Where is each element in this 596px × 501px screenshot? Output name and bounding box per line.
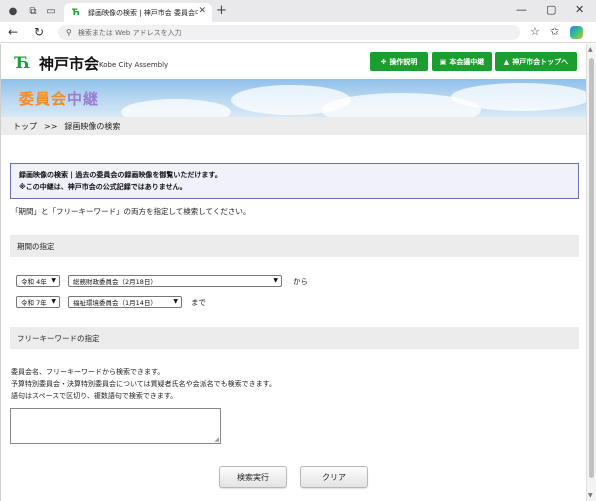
- keyword-textarea[interactable]: ◢: [10, 408, 221, 444]
- tab-title: 録画映像の検索 | 神戸市会 委員会中継: [88, 8, 198, 17]
- maximize-icon[interactable]: ▢: [546, 3, 556, 16]
- chevron-down-icon: ▼: [173, 298, 178, 305]
- kobe-city-logo-icon[interactable]: Ћ: [15, 53, 30, 72]
- keyword-desc-line: 委員会名、フリーキーワードから検索できます。: [11, 368, 165, 376]
- browser-address-bar: ← ↻ ⚲ 検索または Web アドレスを入力 ☆ ✩: [0, 22, 596, 43]
- refresh-icon[interactable]: ↻: [34, 25, 44, 39]
- close-window-icon[interactable]: ✕: [575, 3, 584, 16]
- operation-guide-button[interactable]: ✚ 操作説明: [370, 52, 428, 71]
- from-meeting-select[interactable]: 総務財政委員会（2月18日） ▼: [68, 275, 282, 287]
- scroll-up-icon[interactable]: ▲: [588, 46, 593, 53]
- profile-icon[interactable]: ●: [6, 4, 20, 18]
- search-execute-label: 検索実行: [237, 472, 269, 482]
- chevron-down-icon: ▼: [51, 298, 56, 305]
- assembly-top-button[interactable]: ▲ 神戸市会トップへ: [495, 52, 577, 71]
- search-instruction: 「期間」と「フリーキーワード」の両方を指定して検索してください。: [11, 207, 251, 216]
- breadcrumb-current: 録画映像の検索: [64, 121, 121, 131]
- plenary-stream-label: 本会議中継: [449, 57, 485, 66]
- page-banner: 委員会中継: [1, 79, 586, 117]
- site-logo-en: Kobe City Assembly: [99, 61, 169, 69]
- plenary-stream-button[interactable]: ▣ 本会議中継: [432, 52, 492, 71]
- period-heading: 期間の指定: [17, 241, 55, 251]
- back-icon[interactable]: ←: [8, 25, 18, 39]
- search-icon: ⚲: [66, 28, 72, 37]
- chevron-down-icon: ▼: [51, 277, 56, 284]
- copilot-icon[interactable]: [570, 26, 583, 39]
- minimize-icon[interactable]: —: [516, 3, 527, 16]
- from-suffix: から: [293, 277, 308, 286]
- favorites-bar-icon[interactable]: ✩: [550, 25, 559, 38]
- from-meeting-value: 総務財政委員会（2月18日）: [73, 278, 157, 286]
- new-tab-icon[interactable]: +: [216, 3, 227, 18]
- plus-icon: ✚: [380, 57, 387, 66]
- home-icon: ▲: [503, 57, 510, 66]
- banner-title-part: 委員会: [19, 90, 68, 108]
- browser-tab[interactable]: Ћ 録画映像の検索 | 神戸市会 委員会中継 ✕: [64, 3, 212, 22]
- keyword-section-header: フリーキーワードの指定: [10, 327, 579, 349]
- page-scrollbar[interactable]: ▲ ▼: [586, 44, 596, 501]
- assembly-top-label: 神戸市会トップへ: [512, 57, 569, 66]
- site-header: Ћ 神戸市会 Kobe City Assembly ✚ 操作説明 ▣ 本会議中継…: [1, 44, 586, 79]
- from-year-select[interactable]: 令和 4年 ▼: [16, 275, 60, 287]
- banner-title: 委員会中継: [19, 88, 99, 109]
- notice-line: 録画映像の検索 | 過去の委員会の録画映像を御覧いただけます。: [19, 171, 222, 179]
- breadcrumb: トップ >> 録画映像の検索: [1, 117, 586, 135]
- to-year-value: 令和 7年: [21, 299, 47, 307]
- operation-guide-label: 操作説明: [389, 57, 418, 66]
- chevron-down-icon: ▼: [273, 277, 278, 284]
- favorites-star-icon[interactable]: ☆: [530, 25, 540, 38]
- banner-title-part: 中継: [67, 90, 100, 108]
- keyword-description: 委員会名、フリーキーワードから検索できます。 予算特別委員会・決算特別委員会につ…: [11, 366, 276, 402]
- to-year-select[interactable]: 令和 7年 ▼: [16, 296, 60, 308]
- to-meeting-value: 福祉環境委員会（1月14日）: [73, 299, 157, 307]
- to-suffix: まで: [191, 298, 206, 307]
- workspaces-icon[interactable]: ⧉: [26, 4, 40, 18]
- notice-box: 録画映像の検索 | 過去の委員会の録画映像を御覧いただけます。 ※この中継は、神…: [10, 163, 579, 199]
- notice-line: ※この中継は、神戸市会の公式記録ではありません。: [19, 183, 187, 191]
- url-placeholder: 検索または Web アドレスを入力: [77, 28, 182, 37]
- url-input[interactable]: ⚲ 検索または Web アドレスを入力: [58, 25, 520, 40]
- web-page: Ћ 神戸市会 Kobe City Assembly ✚ 操作説明 ▣ 本会議中継…: [0, 44, 586, 501]
- tab-close-icon[interactable]: ✕: [198, 6, 206, 16]
- keyword-desc-line: 予算特別委員会・決算特別委員会については質疑者氏名や会派名でも検索できます。: [11, 380, 276, 388]
- keyword-heading: フリーキーワードの指定: [17, 333, 100, 343]
- resize-grip-icon[interactable]: ◢: [214, 436, 219, 443]
- to-meeting-select[interactable]: 福祉環境委員会（1月14日） ▼: [68, 296, 182, 308]
- scroll-down-icon[interactable]: ▼: [588, 492, 593, 499]
- search-execute-button[interactable]: 検索実行: [219, 466, 287, 488]
- browser-tab-bar: ● ⧉ ▭ Ћ 録画映像の検索 | 神戸市会 委員会中継 ✕ + — ▢ ✕: [0, 0, 596, 22]
- site-logo-text[interactable]: 神戸市会: [39, 53, 99, 74]
- breadcrumb-home-link[interactable]: トップ: [13, 121, 37, 132]
- keyword-desc-line: 語句はスペースで区切り、複数語句で検索できます。: [11, 392, 178, 400]
- breadcrumb-separator: >>: [44, 121, 58, 131]
- scrollbar-thumb[interactable]: [589, 58, 594, 478]
- monitor-icon: ▣: [439, 57, 447, 66]
- clear-button[interactable]: クリア: [300, 466, 368, 488]
- from-year-value: 令和 4年: [21, 278, 47, 286]
- period-section-header: 期間の指定: [10, 235, 579, 257]
- site-favicon-icon: Ћ: [72, 7, 80, 18]
- tab-actions-icon[interactable]: ▭: [44, 4, 58, 18]
- clear-label: クリア: [322, 472, 346, 482]
